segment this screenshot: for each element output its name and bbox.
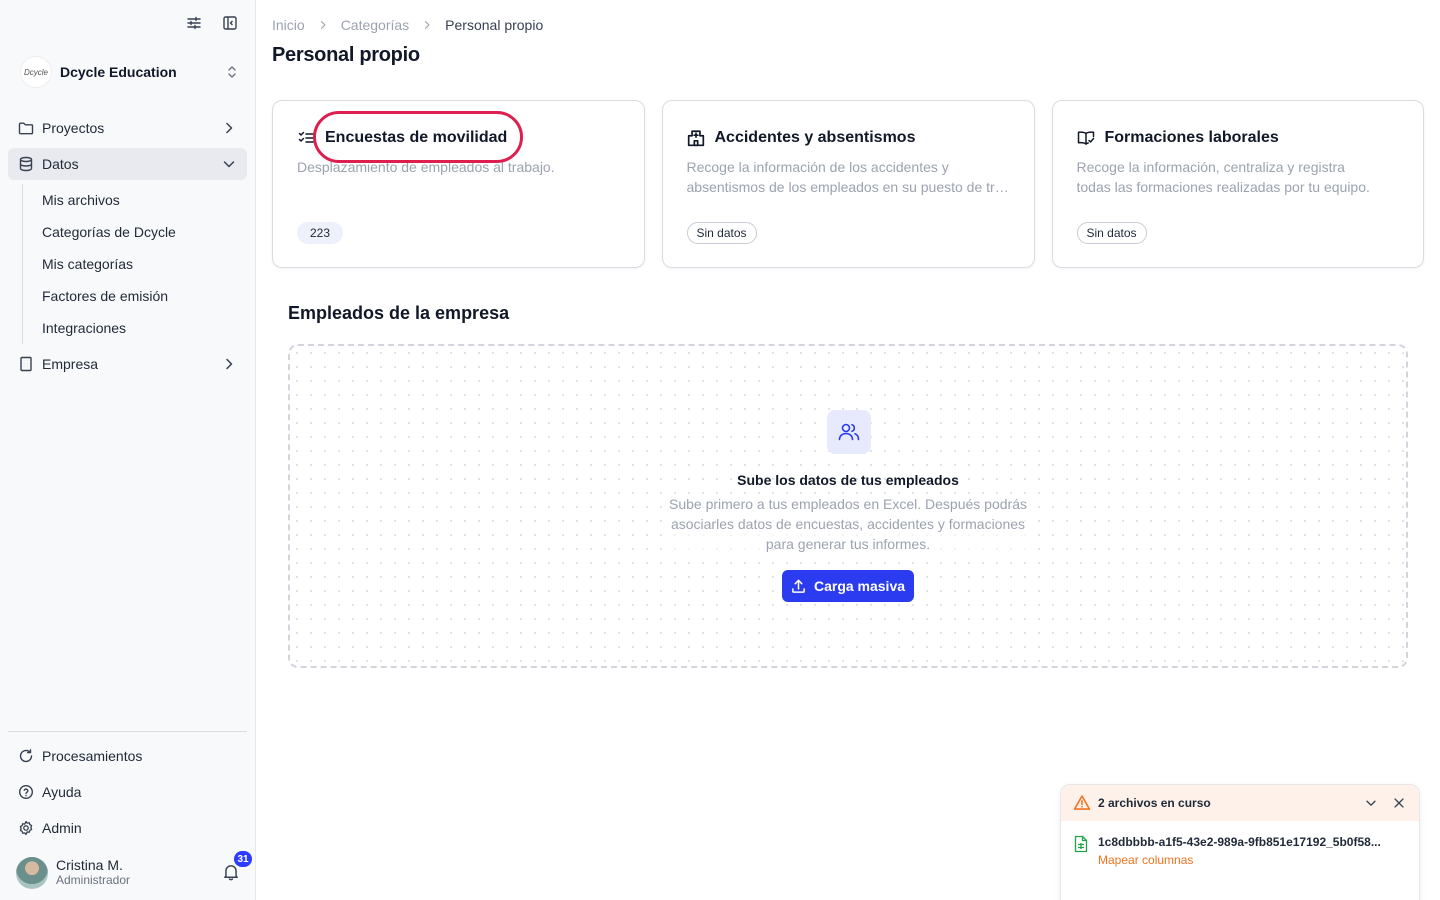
chevron-down-icon: [223, 161, 235, 168]
chevron-down-icon[interactable]: [1363, 795, 1379, 811]
card-header: Encuestas de movilidad: [297, 127, 620, 149]
subnav-mis-archivos[interactable]: Mis archivos: [33, 184, 247, 216]
chevron-right-icon: [317, 19, 329, 31]
subnav-factores-emision[interactable]: Factores de emisión: [33, 280, 247, 312]
notification-count-badge: 31: [234, 851, 252, 867]
collapse-sidebar-icon[interactable]: [221, 14, 239, 32]
building-icon: [18, 356, 34, 372]
card-description-line: todas las formaciones realizadas por tu …: [1076, 179, 1370, 195]
breadcrumb-current: Personal propio: [445, 17, 544, 33]
sidebar-top-actions: [185, 14, 239, 32]
upload-progress-panel: 2 archivos en curso 1c8dbbbb-a1f5-43e2-9…: [1060, 784, 1420, 900]
section-title: Empleados de la empresa: [288, 303, 510, 323]
card-formaciones-laborales[interactable]: Formaciones laborales Recoge la informac…: [1051, 100, 1424, 268]
upload-icon: [792, 579, 805, 593]
org-logo: Dcycle: [20, 56, 52, 88]
card-encuestas-movilidad[interactable]: Encuestas de movilidad Desplazamiento de…: [272, 100, 645, 268]
folder-icon: [18, 120, 34, 136]
sidebar-divider: [8, 731, 247, 732]
card-description-line: absentismos de los empleados en su puest…: [686, 179, 1010, 195]
book-open-check-icon: [1077, 129, 1095, 147]
breadcrumb-home[interactable]: Inicio: [272, 17, 305, 33]
nav-item-procesamientos[interactable]: Procesamientos: [8, 740, 247, 772]
card-description-line: Recoge la información, centraliza y regi…: [1076, 159, 1345, 175]
users-icon: [827, 410, 871, 454]
database-icon: [18, 156, 34, 172]
card-header: Formaciones laborales: [1077, 127, 1400, 149]
datos-subnav: Mis archivos Categorías de Dcycle Mis ca…: [22, 184, 247, 344]
map-columns-link[interactable]: Mapear columnas: [1098, 853, 1406, 867]
nav-label: Empresa: [42, 356, 99, 372]
bulk-upload-label: Carga masiva: [813, 578, 906, 594]
card-title: Encuestas de movilidad: [325, 129, 508, 146]
card-header: Accidentes y absentismos: [687, 127, 1010, 149]
subnav-integraciones[interactable]: Integraciones: [33, 312, 247, 344]
chevron-right-icon: [421, 19, 433, 31]
page-title: Personal propio: [272, 44, 420, 66]
user-menu[interactable]: Cristina M. Administrador 31: [16, 851, 252, 890]
breadcrumb-categories[interactable]: Categorías: [341, 17, 409, 33]
org-switcher[interactable]: Dcycle Dcycle Education: [20, 56, 240, 88]
subnav-categorias-dcycle[interactable]: Categorías de Dcycle: [33, 216, 247, 248]
upload-panel-title: 2 archivos en curso: [1098, 796, 1211, 810]
nav-item-admin[interactable]: Admin: [8, 812, 247, 844]
refresh-icon: [18, 748, 34, 764]
nav-item-ayuda[interactable]: Ayuda: [8, 776, 247, 808]
upload-panel-header: 2 archivos en curso: [1061, 785, 1419, 821]
category-cards: Encuestas de movilidad Desplazamiento de…: [272, 100, 1424, 268]
subnav-mis-categorias[interactable]: Mis categorías: [33, 248, 247, 280]
status-badge: Sin datos: [1076, 222, 1147, 244]
nav-label: Admin: [42, 820, 82, 836]
upload-file-name: 1c8dbbbb-a1f5-43e2-989a-9fb851e17192_5b0…: [1098, 835, 1381, 849]
nav-item-proyectos[interactable]: Proyectos: [8, 112, 247, 144]
dropzone-title: Sube los datos de tus empleados: [737, 472, 959, 488]
bottom-nav: Procesamientos Ayuda Admin: [8, 740, 247, 848]
card-description-line: Recoge la información de los accidentes …: [686, 159, 949, 175]
breadcrumb: Inicio Categorías Personal propio: [272, 17, 543, 33]
list-checks-icon: [297, 129, 315, 147]
alert-triangle-icon: [1073, 795, 1091, 810]
avatar: [16, 857, 48, 889]
nav-label: Procesamientos: [42, 748, 143, 764]
bulk-upload-button[interactable]: Carga masiva: [782, 570, 914, 602]
chevron-right-icon: [226, 122, 233, 134]
count-badge: 223: [297, 222, 344, 244]
upload-file-info: 1c8dbbbb-a1f5-43e2-989a-9fb851e17192_5b0…: [1098, 835, 1406, 867]
card-description: Desplazamiento de empleados al trabajo.: [297, 157, 620, 197]
nav-label: Datos: [42, 156, 79, 172]
card-description: Recoge la información de los accidentes …: [687, 157, 1010, 197]
card-description-line: Desplazamiento de empleados al trabajo.: [297, 159, 555, 175]
help-circle-icon: [18, 784, 34, 800]
status-badge: Sin datos: [686, 222, 757, 244]
sidebar: Dcycle Dcycle Education Proyectos Datos …: [0, 0, 256, 900]
nav-item-datos[interactable]: Datos: [8, 148, 247, 180]
nav-item-empresa[interactable]: Empresa: [8, 348, 247, 380]
card-title: Accidentes y absentismos: [714, 129, 916, 146]
user-name: Cristina M.: [56, 857, 123, 873]
card-title: Formaciones laborales: [1104, 129, 1279, 146]
chevrons-up-down-icon: [228, 66, 236, 78]
spreadsheet-file-icon: [1074, 835, 1088, 853]
filters-icon[interactable]: [185, 14, 203, 32]
nav-label: Ayuda: [42, 784, 82, 800]
notifications-button[interactable]: 31: [222, 851, 252, 883]
org-name: Dcycle Education: [60, 64, 177, 80]
main-nav: Proyectos Datos Mis archivos Categorías …: [8, 112, 247, 384]
user-role: Administrador: [56, 873, 131, 887]
hospital-icon: [687, 129, 705, 147]
card-accidentes-absentismos[interactable]: Accidentes y absentismos Recoge la infor…: [661, 100, 1035, 268]
card-description: Recoge la información, centraliza y regi…: [1077, 157, 1400, 197]
employees-dropzone[interactable]: Sube los datos de tus empleados Sube pri…: [288, 344, 1408, 668]
dropzone-description: Sube primero a tus empleados en Excel. D…: [668, 494, 1028, 554]
upload-file-row: 1c8dbbbb-a1f5-43e2-989a-9fb851e17192_5b0…: [1061, 821, 1419, 867]
chevron-right-icon: [226, 358, 233, 370]
gear-icon: [18, 820, 34, 836]
close-icon[interactable]: [1391, 795, 1407, 811]
user-info: Cristina M. Administrador: [56, 858, 222, 888]
nav-label: Proyectos: [42, 120, 105, 136]
